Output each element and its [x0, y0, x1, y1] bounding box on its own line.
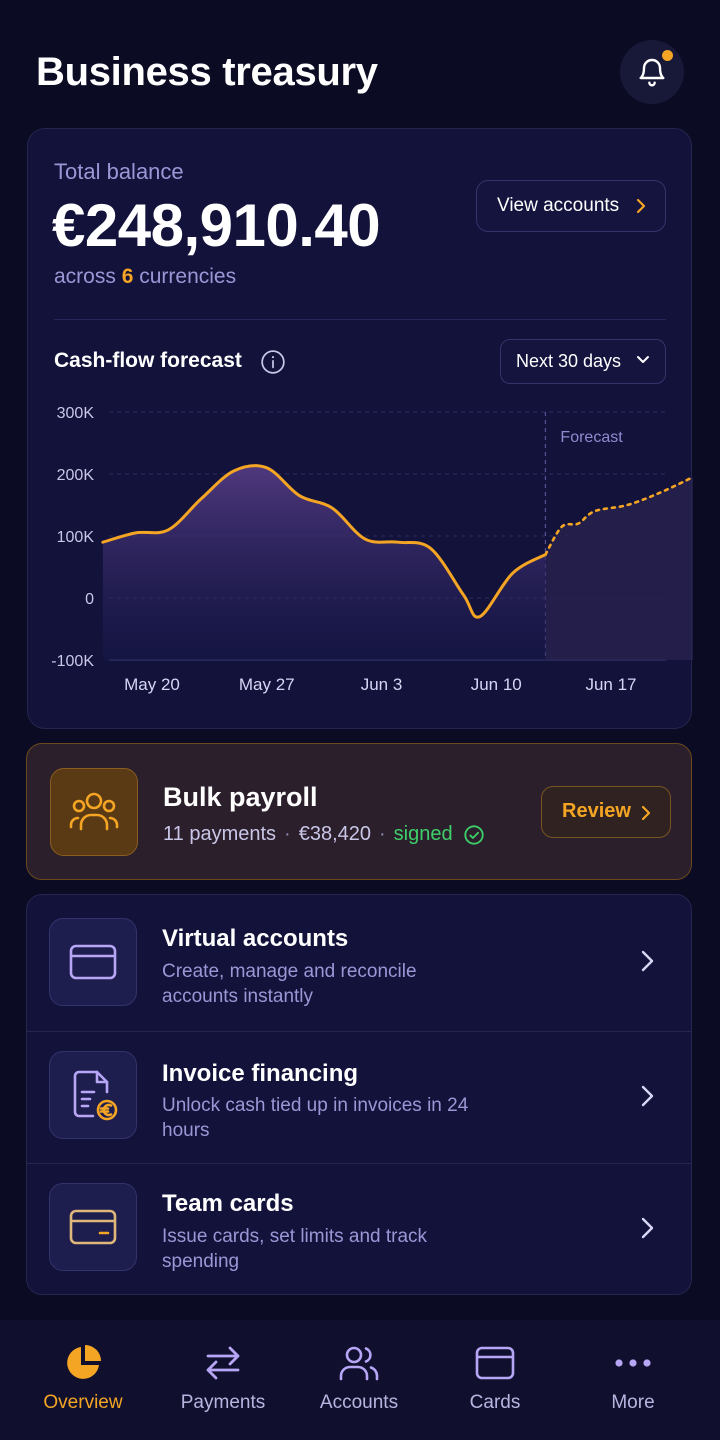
invoice-euro-icon [73, 1070, 118, 1121]
list-item-invoice-financing[interactable]: Invoice financing Unlock cash tied up in… [27, 1031, 691, 1163]
nav-label: Cards [469, 1392, 521, 1413]
header: Business treasury [0, 0, 720, 128]
actual-area [102, 465, 546, 660]
notification-dot [662, 50, 673, 61]
team-cards-icon-tile [49, 1183, 137, 1271]
nav-label: Overview [43, 1392, 123, 1413]
review-label: Review [562, 800, 631, 822]
separator-dot: · [379, 823, 386, 845]
payroll-payments-count: 11 payments [163, 823, 277, 845]
service-description: Issue cards, set limits and track spendi… [162, 1226, 428, 1272]
notifications-button[interactable] [620, 40, 684, 104]
forecast-area [545, 477, 693, 660]
y-tick-label: 300K [57, 405, 95, 422]
nav-accounts[interactable]: Accounts [289, 1320, 429, 1440]
forecast-label: Forecast [560, 429, 623, 446]
chevron-right-icon [641, 1085, 654, 1107]
payroll-amount: €38,420 [298, 823, 371, 845]
x-tick-label: Jun 17 [585, 675, 636, 694]
page-title: Business treasury [36, 50, 378, 94]
chevron-right-icon [641, 1217, 654, 1239]
review-button[interactable]: Review [541, 786, 671, 838]
y-tick-label: -100K [51, 653, 94, 670]
x-tick-label: May 27 [239, 675, 295, 694]
x-tick-label: May 20 [124, 675, 180, 694]
service-description: Create, manage and reconcile accounts in… [162, 961, 417, 1007]
y-tick-label: 100K [57, 529, 95, 546]
services-list: Virtual accounts Create, manage and reco… [26, 894, 692, 1295]
transfer-arrows-icon [202, 1342, 244, 1384]
balance-card: Total balance €248,910.40 across 6 curre… [27, 128, 693, 729]
team-icon [69, 792, 119, 831]
service-title: Virtual accounts [162, 925, 349, 952]
virtual-accounts-icon-tile [49, 918, 137, 1006]
payroll-icon-tile [50, 768, 138, 856]
payroll-status: signed [393, 823, 453, 845]
y-tick-label: 200K [57, 467, 95, 484]
pie-chart-icon [62, 1342, 104, 1384]
check-circle-icon [463, 824, 484, 845]
bell-icon [639, 58, 665, 87]
chevron-right-icon [641, 950, 654, 972]
x-tick-label: Jun 3 [361, 675, 403, 694]
x-tick-label: Jun 10 [471, 675, 522, 694]
nav-label: Payments [180, 1392, 266, 1413]
users-icon [338, 1342, 380, 1384]
y-tick-label: 0 [85, 591, 94, 608]
bottom-navigation: Overview Payments Accounts Cards More [0, 1320, 720, 1440]
invoice-financing-icon-tile [49, 1051, 137, 1139]
nav-payments[interactable]: Payments [153, 1320, 293, 1440]
separator-dot: · [284, 823, 291, 845]
credit-card-icon [69, 1209, 117, 1245]
payroll-meta: 11 payments · €38,420 · signed [163, 823, 485, 846]
list-item-team-cards[interactable]: Team cards Issue cards, set limits and t… [27, 1163, 691, 1294]
service-description: Unlock cash tied up in invoices in 24 ho… [162, 1095, 469, 1141]
service-title: Team cards [162, 1190, 294, 1217]
nav-cards[interactable]: Cards [425, 1320, 565, 1440]
nav-overview[interactable]: Overview [13, 1320, 153, 1440]
list-item-virtual-accounts[interactable]: Virtual accounts Create, manage and reco… [27, 895, 691, 1027]
bulk-payroll-card[interactable]: Bulk payroll 11 payments · €38,420 · sig… [26, 743, 692, 880]
chevron-right-icon [641, 805, 651, 821]
cash-flow-chart: 300K 200K 100K 0 -100K May 20 May 27 Jun 3 Jun 1… [51, 405, 693, 694]
payroll-title: Bulk payroll [163, 782, 318, 812]
service-title: Invoice financing [162, 1060, 359, 1087]
card-icon [474, 1342, 516, 1384]
wallet-card-icon [69, 944, 117, 980]
nav-more[interactable]: More [563, 1320, 703, 1440]
nav-label: More [611, 1392, 655, 1413]
nav-label: Accounts [319, 1392, 399, 1413]
more-dots-icon [612, 1342, 654, 1384]
